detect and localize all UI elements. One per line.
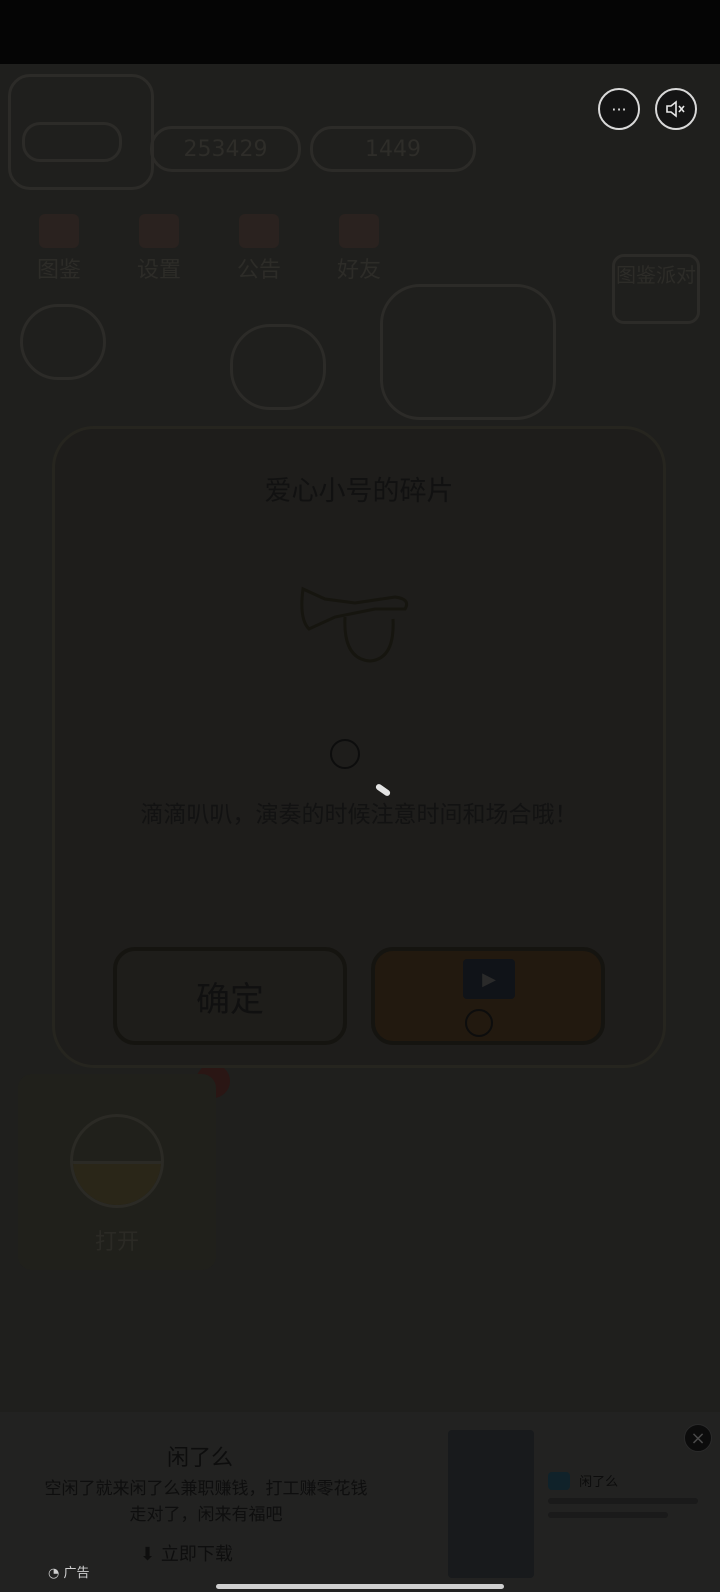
app-icon: [548, 1471, 570, 1490]
friends-icon: [339, 214, 379, 248]
gem-counter: 1449: [310, 126, 476, 172]
ad-close-button[interactable]: ×: [684, 1424, 712, 1452]
menu-item-settings[interactable]: 设置: [124, 214, 194, 284]
toy-doodle: [20, 304, 106, 380]
dialog-title: 爱心小号的碎片: [264, 476, 454, 507]
ad-download-button[interactable]: ⬇ 立即下载: [140, 1540, 340, 1566]
horn-icon: [300, 586, 409, 663]
menu-item-collection[interactable]: 图鉴: [24, 214, 94, 284]
capsule-ball-icon: [70, 1114, 164, 1208]
ad-banner[interactable]: 闲了么 空闲了就来闲了么兼职赚钱，打工赚零花钱 走对了，闲来有福吧 ⬇ 立即下载…: [0, 1412, 720, 1592]
menu-item-label: 图鉴: [36, 258, 81, 283]
home-indicator[interactable]: [216, 1584, 504, 1589]
loading-ring: [330, 739, 360, 769]
ad-badge: ◔ 广告: [48, 1566, 90, 1581]
coin-counter: 253429: [150, 126, 301, 172]
ad-title: 闲了么: [166, 1446, 233, 1471]
close-icon: ×: [690, 1427, 706, 1449]
ad-app-name: 闲了么: [579, 1475, 619, 1490]
menu-item-label: 公告: [236, 258, 281, 283]
more-options-button[interactable]: ···: [598, 88, 640, 130]
confirm-button[interactable]: 确定: [113, 947, 347, 1045]
item-fragment-dialog: 爱心小号的碎片 滴滴叭叭，演奏的时候注意时间和场合哦！ 确定 ▶: [52, 426, 666, 1068]
ad-logo-icon: ◔: [48, 1566, 60, 1581]
video-play-icon: ▶: [463, 959, 515, 999]
menu-item-announcement[interactable]: 公告: [224, 214, 294, 284]
menu-item-friends[interactable]: 好友: [324, 214, 394, 284]
rocking-horse-doodle: [380, 284, 556, 420]
dialog-description: 滴滴叭叭，演奏的时候注意时间和场合哦！: [140, 802, 578, 828]
gear-icon: [139, 214, 179, 248]
mute-button[interactable]: [655, 88, 697, 130]
loading-ring: [465, 1009, 493, 1037]
party-button[interactable]: 图鉴派对: [612, 254, 700, 324]
menu-item-label: 设置: [136, 258, 181, 283]
book-icon: [39, 214, 79, 248]
open-card[interactable]: 打开: [18, 1074, 216, 1270]
menu-item-label: 好友: [336, 258, 381, 283]
status-bar: [0, 0, 720, 64]
ad-app-info: 闲了么: [548, 1470, 698, 1518]
ad-description: 空闲了就来闲了么兼职赚钱，打工赚零花钱 走对了，闲来有福吧: [44, 1479, 368, 1525]
toy-doodle: [230, 324, 326, 410]
ad-thumbnail[interactable]: [448, 1430, 534, 1578]
megaphone-icon: [239, 214, 279, 248]
more-icon: ···: [611, 99, 627, 119]
avatar-name-tag: [22, 122, 122, 162]
watch-video-button[interactable]: ▶: [371, 947, 605, 1045]
speaker-muted-icon: [666, 100, 685, 118]
download-icon: ⬇: [140, 1544, 156, 1565]
open-label: 打开: [94, 1230, 139, 1255]
